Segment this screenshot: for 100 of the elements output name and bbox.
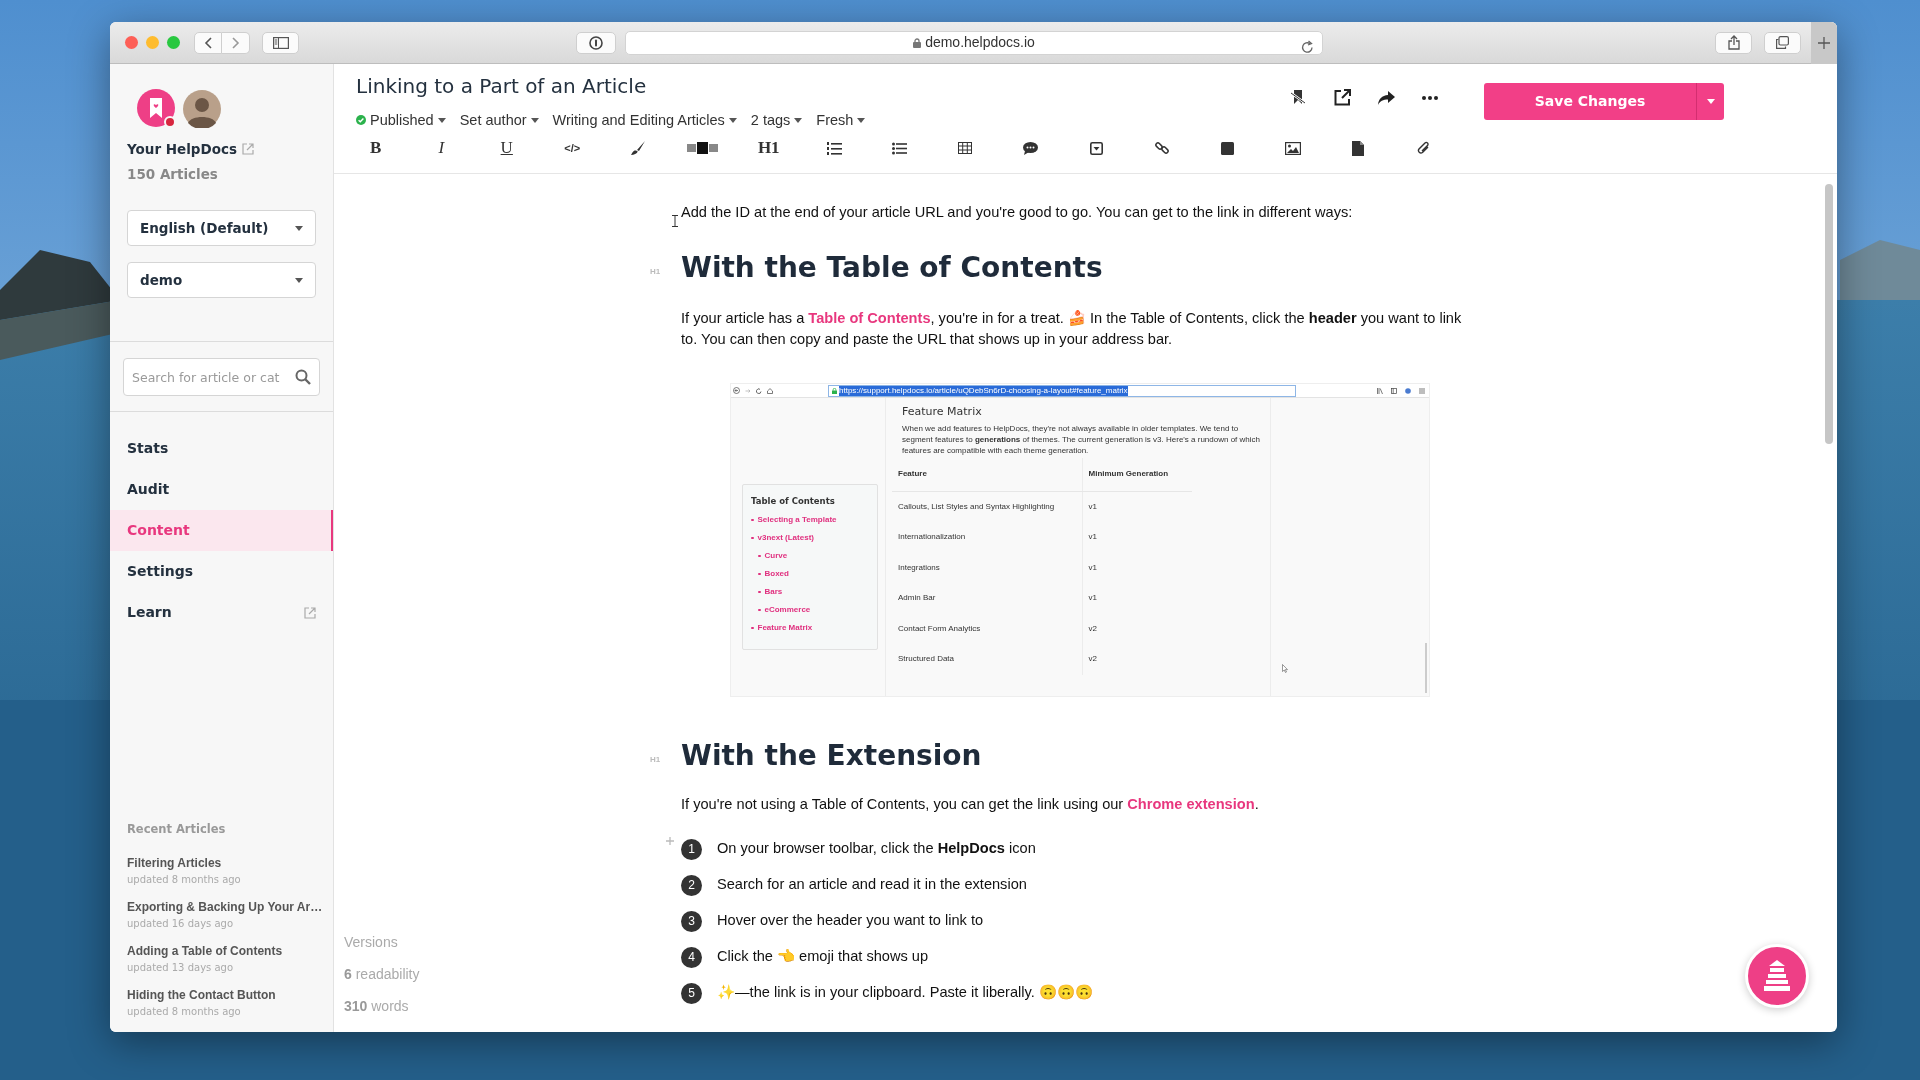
reload-icon bbox=[756, 387, 762, 394]
recent-article-link[interactable]: Exporting & Backing Up Your Ar… bbox=[127, 900, 323, 914]
table-cell: v1 bbox=[1082, 522, 1192, 553]
password-button[interactable] bbox=[576, 31, 616, 54]
more-icon bbox=[1422, 95, 1438, 100]
step-text: Hover over the header you want to link to bbox=[717, 911, 984, 931]
italic-button[interactable]: I bbox=[408, 133, 474, 163]
library-icon bbox=[1377, 387, 1383, 394]
lock-icon bbox=[832, 387, 837, 394]
recent-article-link[interactable]: Filtering Articles bbox=[127, 856, 222, 870]
step-text: Search for an article and read it in the extension bbox=[717, 875, 1027, 895]
readability-score: 6 readability bbox=[344, 965, 421, 984]
extension-icon bbox=[1405, 387, 1411, 394]
tabs-icon bbox=[1776, 36, 1789, 49]
toc-link[interactable]: Feature Matrix bbox=[751, 618, 873, 637]
link[interactable]: Chrome extension bbox=[1127, 796, 1255, 812]
home-icon bbox=[767, 387, 773, 394]
table-cell: v1 bbox=[1082, 491, 1192, 522]
heading: With the Table of Contents bbox=[681, 250, 1103, 286]
share-icon bbox=[1727, 35, 1740, 50]
search-field[interactable]: Search for article or cat bbox=[123, 358, 320, 397]
project-select[interactable]: demo bbox=[127, 262, 316, 299]
recent-article-link[interactable]: Adding a Table of Contents bbox=[127, 944, 283, 958]
reload-icon bbox=[1301, 39, 1314, 54]
avatar bbox=[183, 90, 221, 128]
back-button[interactable] bbox=[194, 31, 222, 54]
language-select[interactable]: English (Default) bbox=[127, 210, 316, 247]
toc-link[interactable]: Boxed bbox=[751, 564, 873, 583]
save-button[interactable]: Save Changes bbox=[1484, 83, 1696, 120]
table-cell: Callouts, List Styles and Syntax Highlighting bbox=[892, 491, 1082, 522]
ordered-list-icon bbox=[826, 140, 842, 156]
updated-time: updated 8 months ago bbox=[127, 874, 242, 885]
step-number: 1 bbox=[681, 838, 702, 860]
save-options-button[interactable] bbox=[1696, 83, 1724, 120]
table-cell: Integrations bbox=[892, 552, 1082, 583]
nav-item[interactable]: Audit bbox=[110, 469, 333, 511]
tabs-button[interactable] bbox=[1764, 31, 1801, 54]
url-text: demo.helpdocs.io bbox=[925, 33, 1035, 52]
sidebar-icon bbox=[1391, 387, 1397, 394]
toc-link[interactable]: eCommerce bbox=[751, 600, 873, 619]
recent-articles-heading: Recent Articles bbox=[127, 820, 227, 838]
heading: With the Extension bbox=[681, 738, 982, 774]
pin-icon bbox=[1291, 89, 1305, 106]
toc-link[interactable]: Curve bbox=[751, 546, 873, 565]
meta-dropdown[interactable]: Writing and Editing Articles bbox=[552, 109, 737, 131]
meta-dropdown[interactable]: 2 tags bbox=[750, 109, 803, 131]
nav-item[interactable]: Learn bbox=[110, 592, 333, 634]
nav-item[interactable]: Settings bbox=[110, 551, 333, 593]
square-icon bbox=[1220, 141, 1234, 155]
scrollbar[interactable] bbox=[1825, 184, 1833, 444]
paragraph: When we add features to HelpDocs, they're not always available in older templates. We tend to segment features to generations of themes. The current generation is v3. Here's a rundown of which features are compatible with each theme generation. bbox=[902, 422, 1261, 456]
sidebar-icon bbox=[272, 36, 289, 49]
toc-link[interactable]: Selecting a Template bbox=[751, 510, 873, 529]
lock-icon bbox=[913, 37, 922, 48]
external-link-icon bbox=[1333, 89, 1351, 106]
step-number: 2 bbox=[681, 874, 702, 896]
step-text: On your browser toolbar, click the HelpDocs icon bbox=[717, 839, 1036, 859]
plus-icon bbox=[1818, 36, 1830, 49]
code-button[interactable]: </> bbox=[539, 133, 605, 163]
sidebar-button[interactable] bbox=[262, 31, 299, 54]
new-tab-button[interactable] bbox=[1811, 22, 1837, 64]
toc-link[interactable]: v3next (Latest) bbox=[751, 528, 873, 547]
nav-item[interactable]: Stats bbox=[110, 428, 333, 470]
recent-article-link[interactable]: Hiding the Contact Button bbox=[127, 988, 276, 1002]
meta-dropdown[interactable]: Fresh bbox=[816, 109, 866, 131]
block-type-label: H1 bbox=[650, 754, 661, 766]
table-cell: Internationalization bbox=[892, 522, 1082, 553]
word-count: 310 words bbox=[344, 997, 410, 1016]
text-cursor-icon bbox=[672, 214, 678, 227]
external-link-icon bbox=[304, 606, 316, 619]
lighthouse-icon bbox=[1761, 959, 1793, 993]
step-text: ✨—the link is in your clipboard. Paste it liberally. 🙃🙃🙃 bbox=[717, 983, 1093, 1003]
logo-icon bbox=[137, 89, 177, 129]
image-icon bbox=[1284, 141, 1301, 155]
toc-title: Table of Contents bbox=[751, 495, 836, 508]
link[interactable]: Table of Contents bbox=[808, 310, 931, 326]
dropdown-icon bbox=[1089, 141, 1103, 155]
toc-link[interactable]: Bars bbox=[751, 582, 873, 601]
bold-button[interactable]: B bbox=[343, 133, 409, 163]
menu-icon bbox=[1419, 387, 1425, 394]
back-icon bbox=[733, 387, 740, 394]
underline-button[interactable]: U bbox=[474, 133, 540, 163]
table-cell: v1 bbox=[1082, 552, 1192, 583]
scrollbar[interactable] bbox=[1425, 643, 1427, 693]
step-number: 5 bbox=[681, 982, 702, 1004]
heading-button[interactable]: H1 bbox=[736, 133, 802, 163]
status-dropdown[interactable]: Published bbox=[356, 109, 446, 131]
updated-time: updated 13 days ago bbox=[127, 962, 235, 973]
block-type-label: H1 bbox=[650, 266, 661, 278]
address-bar[interactable]: demo.helpdocs.io bbox=[625, 30, 1323, 55]
article-title: Linking to a Part of an Article bbox=[356, 73, 647, 100]
meta-dropdown[interactable]: Set author bbox=[459, 109, 539, 131]
search-icon bbox=[295, 369, 311, 386]
column-header: Feature bbox=[892, 457, 1082, 492]
address-bar[interactable]: https://support.helpdocs.io/article/uQDebSn6rD-choosing-a-layout#feature_matrix bbox=[828, 384, 1296, 397]
article-heading: Feature Matrix bbox=[902, 404, 983, 420]
paragraph: If you're not using a Table of Contents, you can get the link using our Chrome extension. bbox=[681, 795, 1260, 814]
table-cell: v2 bbox=[1082, 644, 1192, 675]
share-arrow-icon bbox=[1377, 90, 1395, 105]
help-button[interactable] bbox=[1745, 944, 1809, 1008]
